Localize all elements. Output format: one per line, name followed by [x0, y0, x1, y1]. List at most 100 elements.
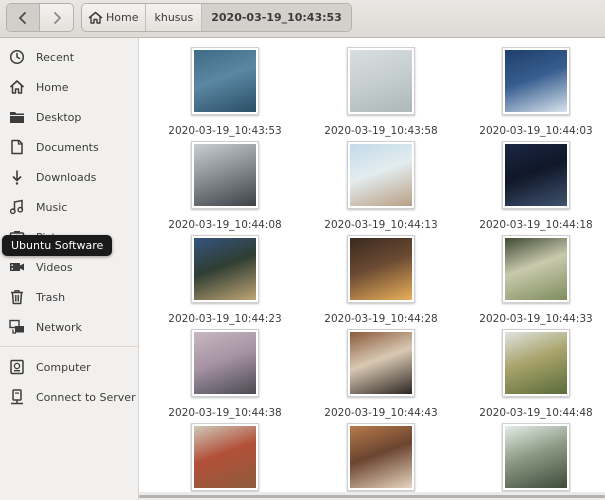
image-thumbnail[interactable] — [191, 47, 259, 115]
file-item[interactable]: 2020-03-19_10:44:13 — [303, 141, 453, 236]
thumbnail-image — [350, 426, 412, 488]
file-name: 2020-03-19_10:44:38 — [168, 407, 282, 419]
image-thumbnail[interactable] — [347, 47, 415, 115]
thumbnail-image — [350, 238, 412, 300]
file-item[interactable]: 2020-03-19_10:44:33 — [458, 235, 605, 330]
image-thumbnail[interactable] — [191, 423, 259, 491]
file-item[interactable]: 2020-03-19_10:44:18 — [458, 141, 605, 236]
horizontal-scrollbar[interactable] — [139, 492, 605, 500]
file-name: 2020-03-19_10:44:23 — [168, 313, 282, 325]
image-thumbnail[interactable] — [347, 329, 415, 397]
sidebar-item-label: Connect to Server — [36, 390, 136, 404]
sidebar-item-label: Home — [36, 80, 69, 94]
sidebar-item-label: Desktop — [36, 110, 82, 124]
sidebar-item-videos[interactable]: Videos — [0, 252, 138, 282]
file-item[interactable]: 2020-03-19_10:44:53 — [147, 423, 297, 500]
sidebar-item-downloads[interactable]: Downloads — [0, 162, 138, 192]
sidebar-item-label: Network — [36, 320, 82, 334]
breadcrumb-label: 2020-03-19_10:43:53 — [211, 11, 342, 24]
sidebar-bottom — [0, 492, 139, 500]
file-grid: 2020-03-19_10:43:53 2020-03-19_10:43:58 20… — [139, 38, 605, 492]
image-thumbnail[interactable] — [191, 141, 259, 209]
document-icon — [9, 139, 25, 155]
breadcrumb-home-label: Home — [106, 11, 139, 24]
file-name: 2020-03-19_10:44:33 — [479, 313, 593, 325]
chevron-left-icon — [19, 11, 26, 24]
file-name: 2020-03-19_10:44:13 — [324, 219, 438, 231]
sidebar-item-computer[interactable]: Computer — [0, 352, 138, 382]
home-icon — [9, 79, 25, 95]
music-note-icon — [9, 199, 25, 215]
file-name: 2020-03-19_10:44:43 — [324, 407, 438, 419]
thumbnail-image — [194, 238, 256, 300]
breadcrumb-label: khusus — [154, 11, 194, 24]
scrollbar-thumb[interactable] — [139, 495, 605, 498]
forward-button[interactable] — [40, 4, 73, 31]
file-item[interactable]: 2020-03-19_10:44:43 — [303, 329, 453, 424]
drive-icon — [9, 359, 25, 375]
thumbnail-image — [350, 144, 412, 206]
file-item[interactable]: 2020-03-19_10:43:53 — [147, 47, 297, 142]
sidebar-item-network[interactable]: Network — [0, 312, 138, 342]
file-item[interactable]: 2020-03-19_10:44:23 — [147, 235, 297, 330]
sidebar-item-connect-to-server[interactable]: Connect to Server — [0, 382, 138, 412]
file-item[interactable]: 2020-03-19_10:44:38 — [147, 329, 297, 424]
file-name: 2020-03-19_10:43:53 — [168, 125, 282, 137]
image-thumbnail[interactable] — [191, 329, 259, 397]
file-item[interactable]: 2020-03-19_10:44:28 — [303, 235, 453, 330]
breadcrumb-current-folder[interactable]: 2020-03-19_10:43:53 — [202, 4, 351, 31]
file-item[interactable]: 2020-03-19_10:44:03 — [458, 47, 605, 142]
sidebar-item-label: Recent — [36, 50, 75, 64]
image-thumbnail[interactable] — [502, 141, 570, 209]
image-thumbnail[interactable] — [347, 423, 415, 491]
sidebar-item-documents[interactable]: Documents — [0, 132, 138, 162]
sidebar-separator — [0, 346, 138, 347]
thumbnail-image — [505, 144, 567, 206]
sidebar-item-label: Music — [36, 200, 68, 214]
image-thumbnail[interactable] — [502, 423, 570, 491]
thumbnail-image — [505, 50, 567, 112]
sidebar-item-music[interactable]: Music — [0, 192, 138, 222]
image-thumbnail[interactable] — [347, 141, 415, 209]
sidebar-item-recent[interactable]: Recent — [0, 42, 138, 72]
file-name: 2020-03-19_10:44:18 — [479, 219, 593, 231]
sidebar-item-home[interactable]: Home — [0, 72, 138, 102]
image-thumbnail[interactable] — [347, 235, 415, 303]
sidebar-item-label: Trash — [36, 290, 66, 304]
film-icon — [9, 259, 25, 275]
file-item[interactable]: 2020-03-19_10:44:58 — [303, 423, 453, 500]
thumbnail-image — [505, 332, 567, 394]
sidebar-item-desktop[interactable]: Desktop — [0, 102, 138, 132]
home-icon — [88, 11, 103, 24]
thumbnail-image — [350, 50, 412, 112]
header-bar: Home khusus 2020-03-19_10:43:53 — [0, 0, 605, 38]
file-name: 2020-03-19_10:44:28 — [324, 313, 438, 325]
folder-icon — [9, 109, 25, 125]
breadcrumb-home[interactable]: Home — [82, 4, 147, 31]
sidebar-item-trash[interactable]: Trash — [0, 282, 138, 312]
thumbnail-image — [350, 332, 412, 394]
breadcrumb: Home khusus 2020-03-19_10:43:53 — [81, 3, 352, 32]
back-button[interactable] — [7, 4, 40, 31]
file-item[interactable]: 2020-03-19_10:43:58 — [303, 47, 453, 142]
image-thumbnail[interactable] — [502, 47, 570, 115]
navigation-buttons — [6, 3, 74, 32]
file-item[interactable]: 2020-03-19_10:45:03 — [458, 423, 605, 500]
image-thumbnail[interactable] — [502, 329, 570, 397]
trash-icon — [9, 289, 25, 305]
sidebar-item-label: Videos — [36, 260, 73, 274]
file-item[interactable]: 2020-03-19_10:44:08 — [147, 141, 297, 236]
network-icon — [9, 319, 25, 335]
breadcrumb-khusus[interactable]: khusus — [146, 4, 203, 31]
file-name: 2020-03-19_10:44:48 — [479, 407, 593, 419]
thumbnail-image — [194, 144, 256, 206]
thumbnail-image — [505, 238, 567, 300]
thumbnail-image — [194, 50, 256, 112]
tooltip: Ubuntu Software — [2, 235, 113, 256]
thumbnail-image — [194, 426, 256, 488]
file-item[interactable]: 2020-03-19_10:44:48 — [458, 329, 605, 424]
download-icon — [9, 169, 25, 185]
thumbnail-image — [505, 426, 567, 488]
image-thumbnail[interactable] — [191, 235, 259, 303]
image-thumbnail[interactable] — [502, 235, 570, 303]
